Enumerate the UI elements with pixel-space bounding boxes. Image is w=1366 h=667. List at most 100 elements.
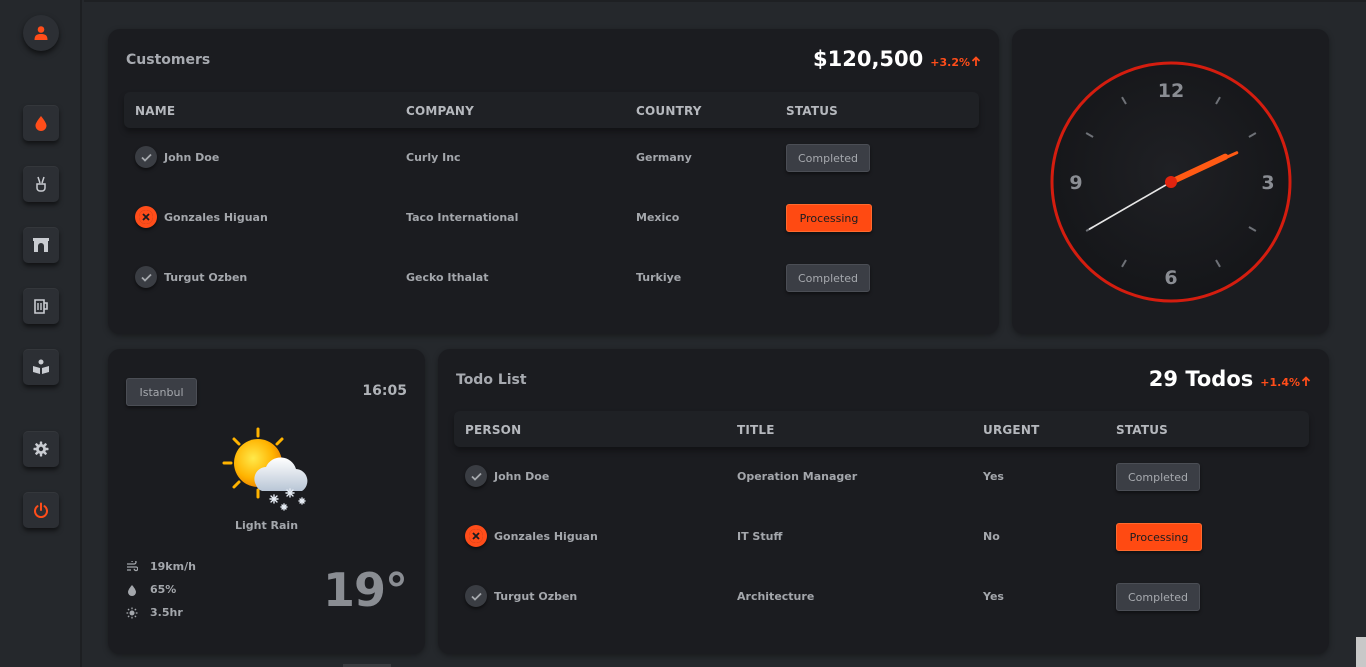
row-cancel-inner — [469, 529, 483, 543]
weather-temperature: 19° — [322, 563, 408, 617]
archway-icon — [33, 238, 49, 252]
beer-mug-icon — [34, 299, 48, 314]
weather-wind-value: 19km/h — [150, 560, 196, 573]
row-cancel-button[interactable] — [465, 525, 487, 547]
customer-country: Turkiye — [636, 271, 682, 284]
customers-table-header: NAME COMPANY COUNTRY STATUS — [124, 92, 979, 128]
gear-icon — [33, 441, 49, 457]
todo-card: Todo List 29 Todos +1.4% PERSON TITLE UR… — [438, 349, 1329, 654]
clock-numeral-3: 3 — [1261, 172, 1274, 194]
status-button[interactable]: Processing — [786, 204, 872, 232]
todo-task-title: Operation Manager — [737, 470, 858, 483]
sidebar-item-archway[interactable] — [23, 227, 59, 263]
customer-company: Curly Inc — [406, 151, 461, 164]
weather-humidity: 65% — [126, 583, 176, 596]
clock-numeral-6: 6 — [1164, 267, 1177, 289]
check-icon — [140, 153, 152, 162]
check-icon — [470, 592, 482, 601]
humidity-drop-icon — [128, 584, 136, 596]
sun-cloud-snow-icon — [222, 427, 308, 511]
weather-wind: 19km/h — [126, 560, 196, 573]
arrow-up-icon — [1301, 376, 1311, 386]
customers-title: Customers — [126, 52, 211, 68]
user-avatar-button[interactable] — [23, 15, 59, 51]
sun-icon — [126, 607, 138, 618]
column-header-country: COUNTRY — [636, 104, 702, 118]
weather-card: Istanbul 16:05 Light Rain 19km/h 65% 3.5… — [108, 349, 425, 654]
clock-numeral-12: 12 — [1158, 80, 1184, 102]
column-header-company: COMPANY — [406, 104, 475, 118]
todo-person: Gonzales Higuan — [494, 530, 598, 543]
sidebar-item-peace[interactable] — [23, 166, 59, 202]
todo-total-stat: 29 Todos +1.4% — [1149, 367, 1311, 391]
column-header-person: PERSON — [465, 423, 522, 437]
todo-task-title: Architecture — [737, 590, 815, 603]
city-selector-button[interactable]: Istanbul — [126, 378, 197, 406]
drop-icon — [35, 116, 47, 131]
todo-delta: +1.4% — [1260, 376, 1311, 389]
sidebar-item-reader[interactable] — [23, 349, 59, 385]
user-icon — [34, 26, 48, 40]
todo-total: 29 Todos — [1148, 367, 1254, 391]
hand-peace-icon — [36, 176, 46, 192]
sidebar-item-logout[interactable] — [23, 492, 59, 528]
todo-person: Turgut Ozben — [494, 590, 578, 603]
column-header-status: STATUS — [786, 104, 839, 118]
todo-person: John Doe — [494, 470, 550, 483]
sidebar-item-settings[interactable] — [23, 431, 59, 467]
customer-country: Mexico — [636, 211, 680, 224]
todo-task-title: IT Stuff — [737, 530, 783, 543]
power-icon — [34, 502, 48, 518]
column-header-status: STATUS — [1116, 423, 1169, 437]
row-check-button[interactable] — [135, 146, 157, 168]
weather-time: 16:05 — [362, 383, 407, 399]
arrow-up-icon — [971, 56, 981, 66]
wind-icon — [127, 561, 138, 572]
status-button[interactable]: Processing — [1116, 523, 1202, 551]
column-header-urgent: URGENT — [983, 423, 1040, 437]
row-check-button[interactable] — [135, 266, 157, 288]
book-reader-icon — [33, 359, 49, 374]
top-divider — [84, 0, 1366, 2]
analog-clock: 12 3 6 9 — [1050, 61, 1292, 303]
sidebar — [0, 0, 82, 667]
clock-numeral-9: 9 — [1069, 172, 1082, 194]
todo-urgent: Yes — [983, 590, 1004, 603]
row-cancel-button[interactable] — [135, 206, 157, 228]
status-button[interactable]: Completed — [1116, 583, 1200, 611]
check-icon — [140, 273, 152, 282]
weather-humidity-value: 65% — [150, 583, 177, 596]
column-header-title: TITLE — [737, 423, 775, 437]
sidebar-item-drop[interactable] — [23, 105, 59, 141]
row-check-button[interactable] — [465, 465, 487, 487]
status-button[interactable]: Completed — [786, 144, 870, 172]
scrollbar-thumb[interactable] — [1356, 637, 1366, 667]
customers-card: Customers $120,500 +3.2% NAME COMPANY CO… — [108, 29, 999, 334]
customer-name: Turgut Ozben — [164, 271, 248, 284]
row-check-button[interactable] — [465, 585, 487, 607]
column-header-name: NAME — [135, 104, 176, 118]
todo-title: Todo List — [456, 372, 527, 388]
check-icon — [470, 472, 482, 481]
todo-urgent: No — [983, 530, 1000, 543]
customer-company: Taco International — [406, 211, 519, 224]
clock-center-dot — [1165, 176, 1177, 188]
status-button[interactable]: Completed — [786, 264, 870, 292]
close-icon — [142, 213, 150, 221]
customers-delta: +3.2% — [930, 56, 981, 69]
clock-card: 12 3 6 9 — [1012, 29, 1329, 334]
todo-table-header: PERSON TITLE URGENT STATUS — [454, 411, 1309, 447]
customer-name: Gonzales Higuan — [164, 211, 268, 224]
todo-urgent: Yes — [983, 470, 1004, 483]
row-cancel-inner — [139, 210, 153, 224]
close-icon — [472, 532, 480, 540]
weather-condition: Light Rain — [234, 519, 299, 532]
customer-country: Germany — [636, 151, 692, 164]
customers-total-stat: $120,500 +3.2% — [813, 47, 981, 71]
weather-sun: 3.5hr — [126, 606, 183, 619]
sidebar-item-beer[interactable] — [23, 288, 59, 324]
customers-total: $120,500 — [813, 47, 924, 71]
customer-company: Gecko Ithalat — [406, 271, 489, 284]
weather-sun-value: 3.5hr — [150, 606, 183, 619]
status-button[interactable]: Completed — [1116, 463, 1200, 491]
